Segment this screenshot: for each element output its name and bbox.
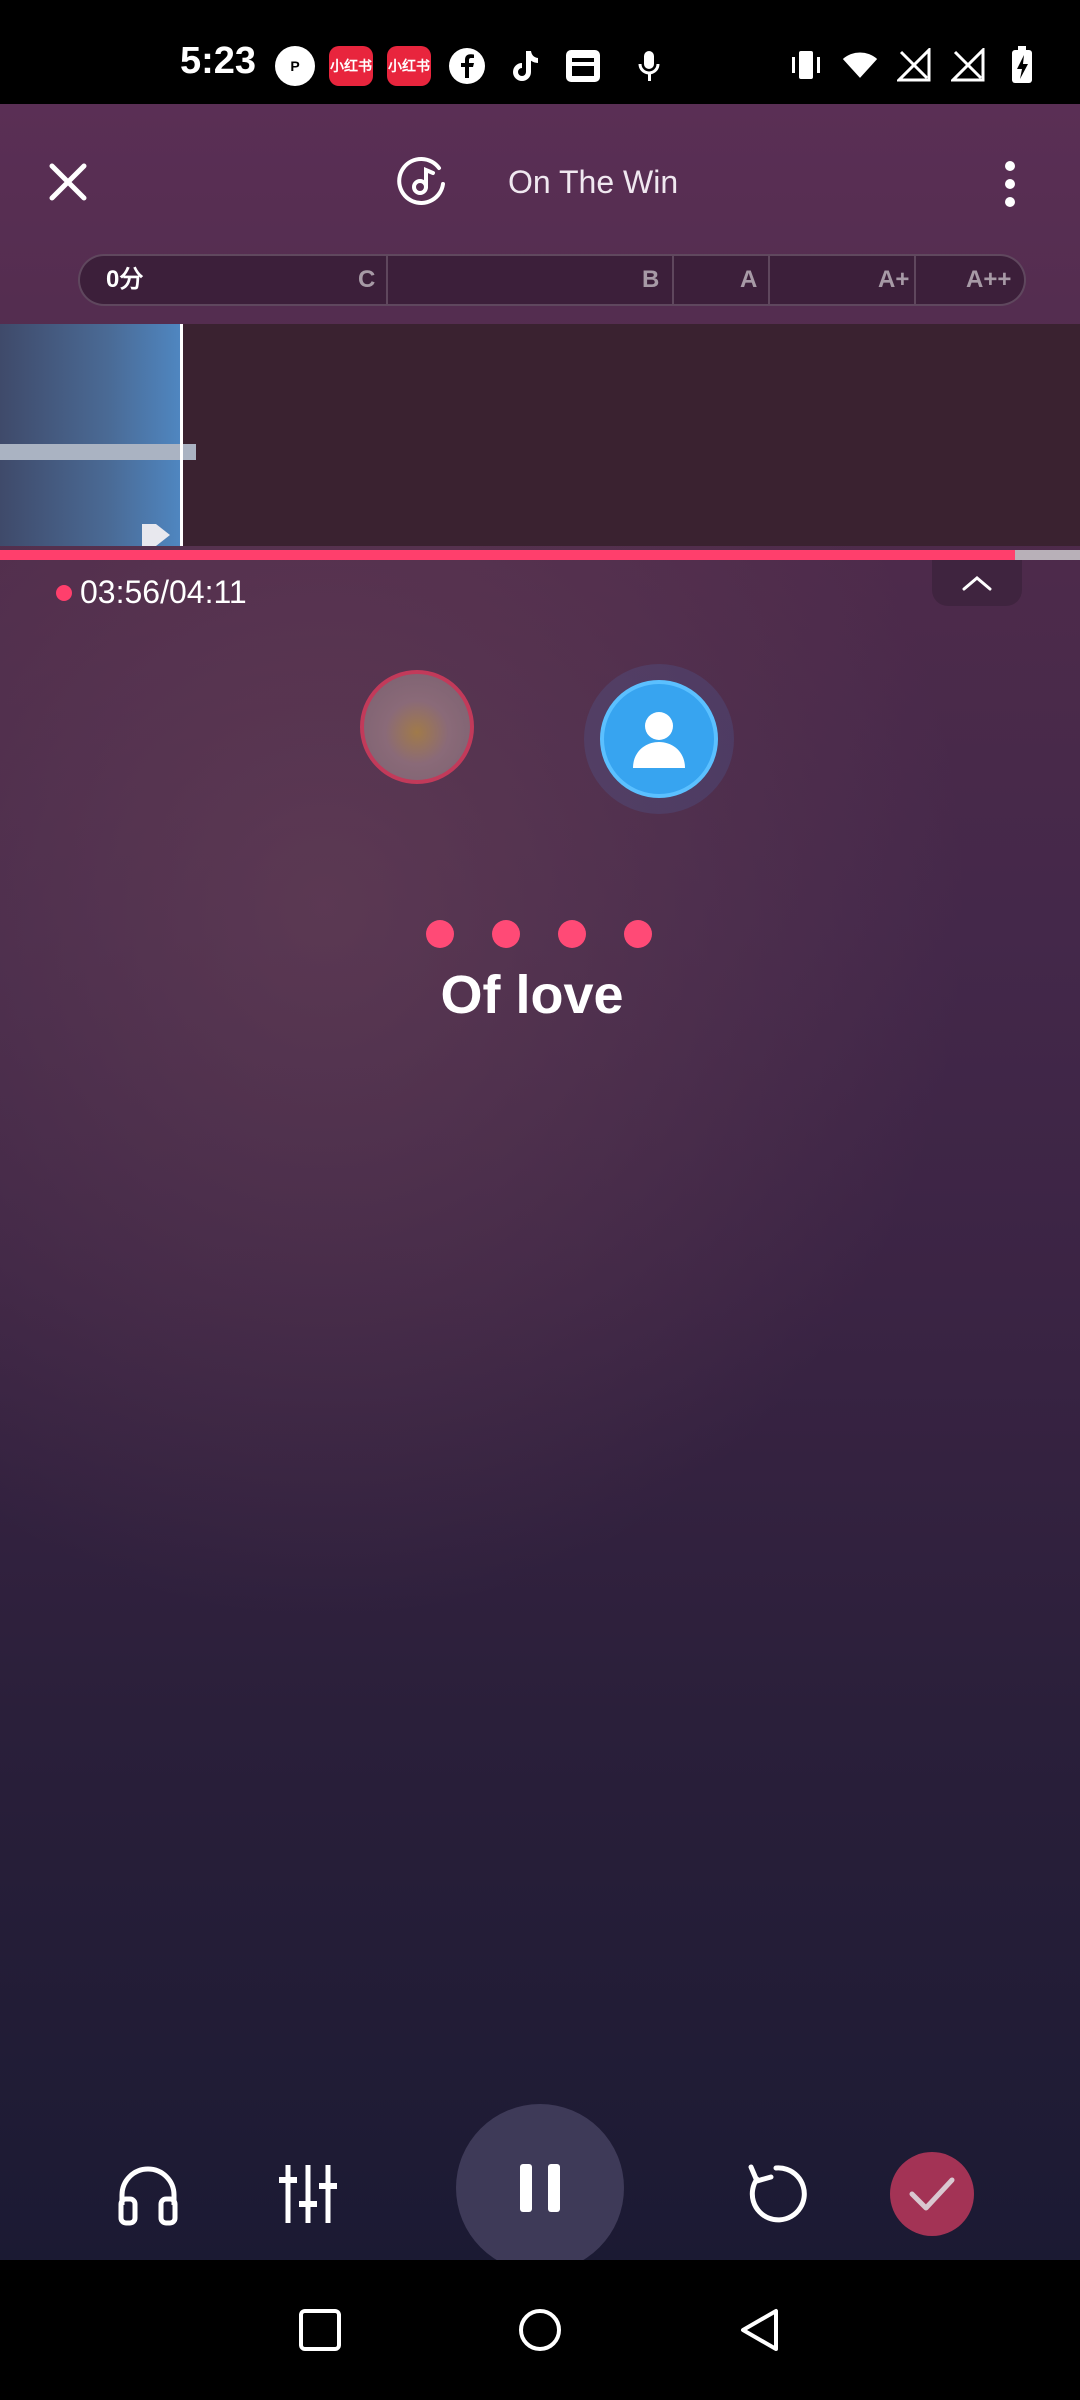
grade-divider	[914, 256, 916, 304]
more-vertical-icon	[1005, 161, 1015, 207]
grade-divider	[386, 256, 388, 304]
pause-button[interactable]	[456, 2104, 624, 2260]
pause-icon	[520, 2164, 560, 2212]
equalizer-button[interactable]	[268, 2154, 348, 2234]
status-time: 5:23	[180, 40, 257, 82]
battery-charging-icon	[1004, 46, 1040, 84]
song-title: On The Win	[508, 164, 678, 200]
grade-a-plus: A+	[878, 266, 910, 293]
recording-dot	[56, 584, 72, 601]
back-button[interactable]	[736, 2306, 784, 2354]
pitch-note-bar	[0, 444, 196, 460]
grade-divider	[768, 256, 770, 304]
recents-button[interactable]	[296, 2306, 344, 2354]
partner-avatar-circle	[600, 680, 718, 798]
song-progress-fill	[0, 550, 1016, 560]
tiktok-icon	[503, 46, 547, 86]
close-button[interactable]	[40, 154, 96, 210]
grade-b: B	[642, 266, 660, 293]
karaoke-recording-screen: On The Win 0分 C B A A+ A++ 03:56/04:11 O…	[0, 104, 1080, 2260]
restart-icon	[748, 2164, 807, 2223]
music-disc-icon	[397, 157, 445, 205]
xiaohongshu-icon: 小红书	[329, 46, 373, 86]
signal-icon	[950, 46, 986, 84]
collapse-button[interactable]	[932, 560, 1022, 606]
song-info-button[interactable]	[395, 154, 449, 208]
top-bar: On The Win	[0, 104, 1080, 254]
xiaohongshu-icon: 小红书	[387, 46, 431, 86]
headphones-icon	[118, 2166, 178, 2226]
status-bar: 5:23 P 小红书 小红书	[0, 0, 1080, 104]
person-icon	[633, 712, 685, 768]
grade-divider	[672, 256, 674, 304]
countdown-dot	[426, 920, 454, 948]
p-icon: P	[275, 46, 315, 86]
finish-button[interactable]	[890, 2152, 974, 2236]
restart-button[interactable]	[734, 2152, 818, 2236]
partner-avatar[interactable]	[584, 664, 734, 814]
pitch-cursor	[180, 324, 183, 546]
user-avatar[interactable]	[360, 670, 474, 784]
check-icon	[909, 2177, 955, 2211]
mic-icon	[619, 46, 679, 86]
headphones-button[interactable]	[108, 2154, 188, 2234]
home-icon	[519, 2309, 561, 2351]
home-button[interactable]	[516, 2306, 564, 2354]
playback-controls	[0, 2004, 1080, 2260]
wifi-icon	[842, 46, 878, 84]
countdown-dot	[558, 920, 586, 948]
signal-icon	[896, 46, 932, 84]
status-notification-icons: P 小红书 小红书	[275, 46, 679, 86]
grade-c: C	[358, 266, 376, 293]
navigation-bar	[0, 2260, 1080, 2400]
inbox-icon	[561, 46, 605, 86]
playback-time-text: 03:56/04:11	[80, 574, 247, 610]
close-icon	[49, 163, 87, 201]
status-system-icons	[788, 46, 1040, 84]
playback-time: 03:56/04:11	[56, 574, 247, 611]
current-score: 0分	[106, 266, 144, 293]
countdown-dot	[492, 920, 520, 948]
song-progress-bar[interactable]	[0, 550, 1080, 560]
pitch-sung-region	[0, 324, 180, 546]
facebook-icon	[445, 46, 489, 86]
chevron-up-icon	[962, 576, 992, 591]
pitch-marker-icon	[142, 524, 170, 546]
score-bar: 0分 C B A A+ A++	[78, 254, 1026, 306]
equalizer-icon	[279, 2165, 337, 2223]
more-options-button[interactable]	[990, 156, 1030, 212]
recents-icon	[299, 2309, 341, 2351]
grade-a-plus-plus: A++	[966, 266, 1012, 293]
countdown-dot	[624, 920, 652, 948]
pitch-visualizer	[0, 324, 1080, 546]
vibrate-icon	[788, 46, 824, 84]
current-lyric: Of love	[440, 965, 624, 1025]
grade-a: A	[740, 266, 758, 293]
back-icon	[741, 2309, 778, 2351]
countdown-dots	[426, 920, 652, 948]
